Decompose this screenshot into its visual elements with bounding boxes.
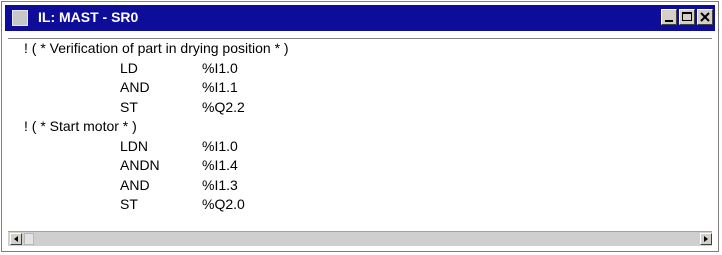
horizontal-scrollbar[interactable] [8,231,712,246]
operand: %I1.0 [202,137,238,154]
maximize-icon [682,12,692,21]
code-instruction[interactable]: ANDN %I1.4 [8,156,712,176]
scrollbar-thumb[interactable] [24,233,34,245]
operand: %I1.0 [202,59,238,76]
opcode: AND [120,176,150,193]
opcode: LDN [120,137,149,154]
close-button[interactable] [697,9,713,25]
code-editor[interactable]: ! ( * Verification of part in drying pos… [8,38,712,231]
code-comment[interactable]: ! ( * Verification of part in drying pos… [8,39,712,59]
comment-text: ! ( * Start motor * ) [24,118,137,134]
operand: %Q2.2 [202,98,245,115]
minimize-icon [665,20,673,22]
operand: %I1.3 [202,176,238,193]
editor-window: IL: MAST - SR0 ! ( * Verification of par… [1,1,719,252]
close-icon [700,12,710,22]
code-instruction[interactable]: ST %Q2.2 [8,98,712,118]
opcode: ANDN [120,157,160,173]
opcode: ST [120,98,138,115]
title-bar[interactable]: IL: MAST - SR0 [5,5,715,31]
comment-text: ! ( * Verification of part in drying pos… [24,40,289,56]
code-instruction[interactable]: LD %I1.0 [8,59,712,79]
opcode: ST [120,196,138,212]
window-icon[interactable] [12,10,28,26]
code-instruction[interactable]: AND %I1.3 [8,176,712,196]
maximize-button[interactable] [679,9,695,25]
window-title: IL: MAST - SR0 [38,9,139,25]
code-instruction[interactable]: ST %Q2.0 [8,195,712,215]
code-instruction[interactable]: AND %I1.1 [8,78,712,98]
arrow-right-icon [704,236,708,242]
opcode: LD [120,59,138,76]
operand: %I1.4 [202,157,238,173]
opcode: AND [120,79,150,95]
arrow-left-icon [14,236,18,242]
scroll-right-button[interactable] [700,233,712,245]
code-comment[interactable]: ! ( * Start motor * ) [8,117,712,137]
operand: %Q2.0 [202,196,245,212]
scroll-left-button[interactable] [10,233,22,245]
code-instruction[interactable]: LDN %I1.0 [8,137,712,157]
operand: %I1.1 [202,79,238,95]
minimize-button[interactable] [661,9,677,25]
